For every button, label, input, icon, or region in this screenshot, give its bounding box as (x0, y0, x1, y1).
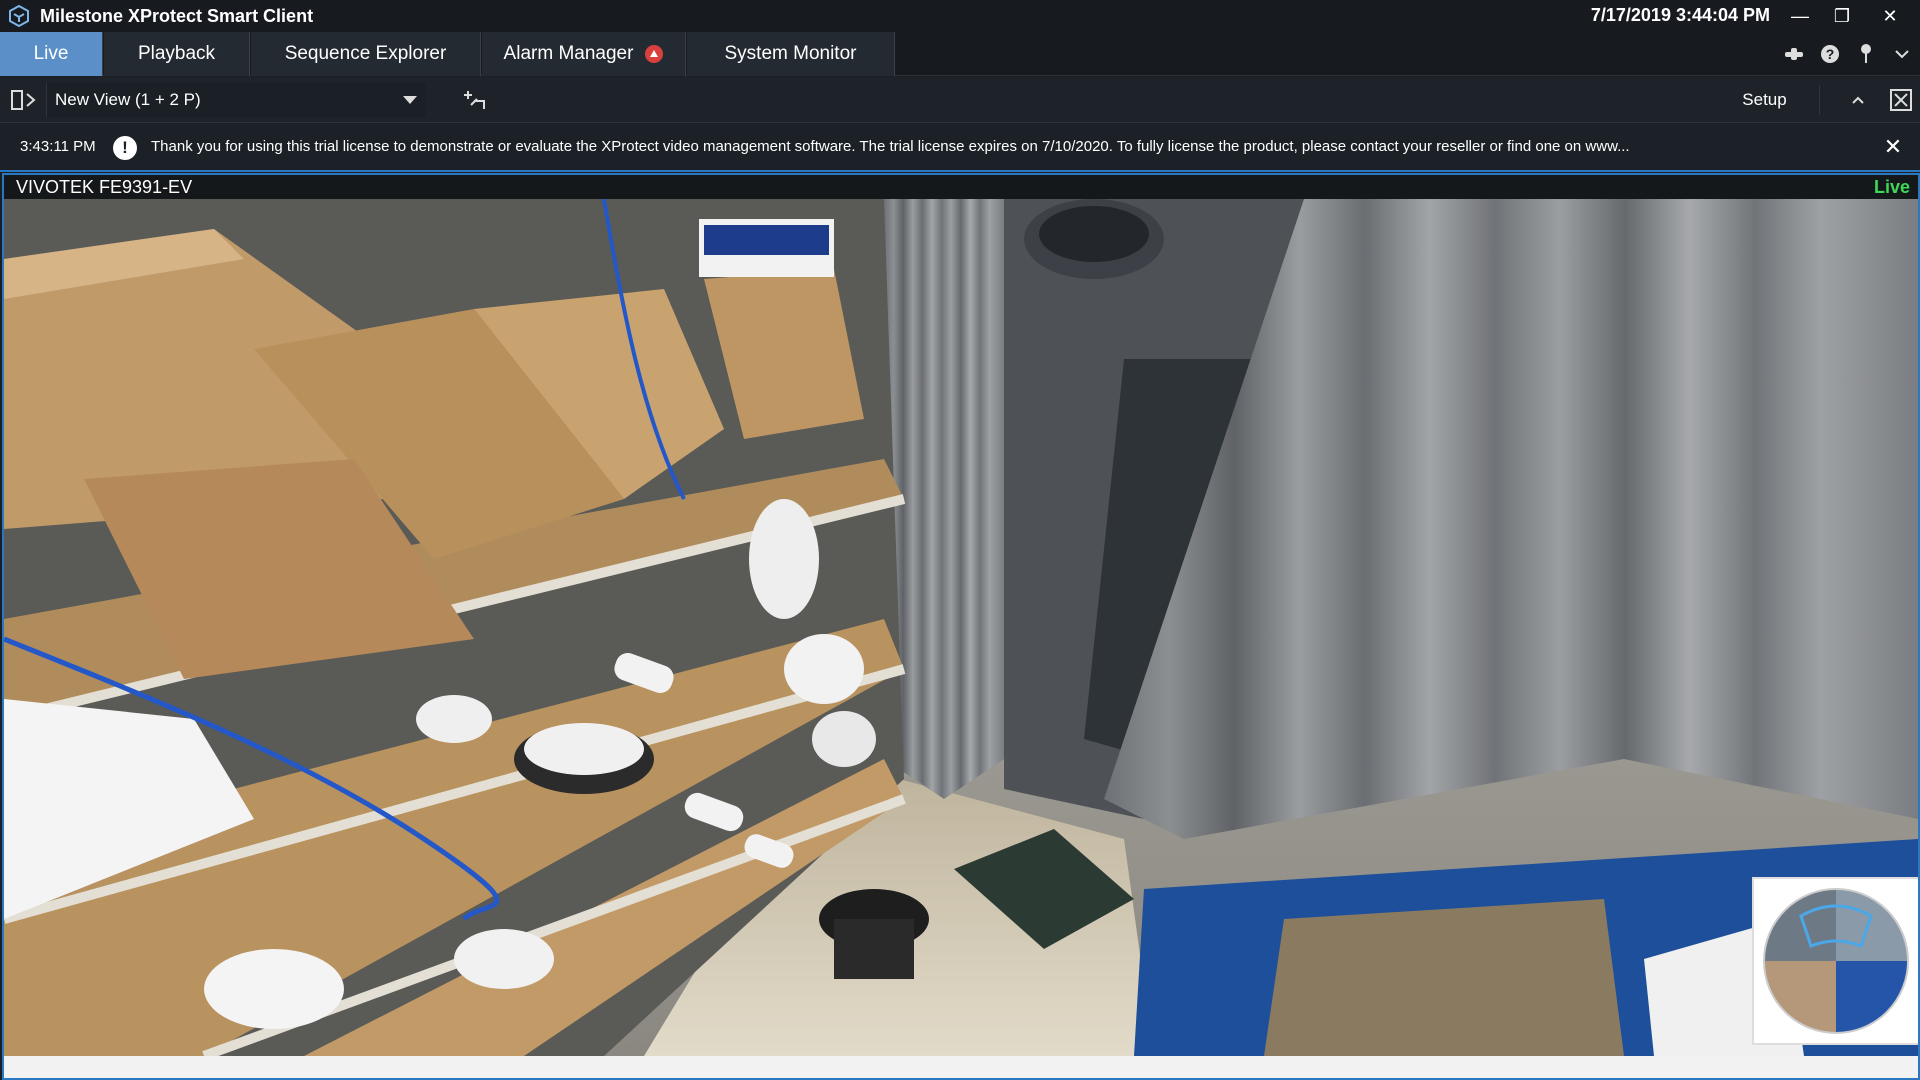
view-name: New View (1 + 2 P) (55, 90, 201, 109)
warning-icon: ! (113, 136, 137, 160)
camera-name: VIVOTEK FE9391-EV (16, 177, 193, 197)
help-icon[interactable]: ? (1818, 42, 1842, 66)
camera-header: VIVOTEK FE9391-EV Live (4, 175, 1918, 199)
view-toolbar: New View (1 + 2 P) Setup (0, 77, 1920, 123)
status-icon[interactable] (1782, 42, 1806, 66)
chevron-up-icon[interactable] (1846, 88, 1870, 112)
svg-text:?: ? (1826, 46, 1835, 62)
clock: 7/17/2019 3:44:04 PM (1590, 5, 1770, 25)
minimize-button[interactable]: — (1780, 0, 1820, 32)
trial-notification: 3:43:11 PM ! Thank you for using this tr… (0, 124, 1920, 172)
tab-label: Playback (137, 43, 216, 64)
close-icon[interactable]: ✕ (1880, 134, 1906, 160)
tab-label: Sequence Explorer (284, 43, 447, 64)
notification-message: Thank you for using this trial license t… (151, 138, 1631, 155)
chevron-down-icon[interactable] (1890, 42, 1914, 66)
alarm-badge-icon (645, 45, 664, 63)
tab-alarm-manager[interactable]: Alarm Manager (482, 32, 686, 76)
camera-view[interactable]: VIVOTEK FE9391-EV Live (2, 173, 1920, 1080)
pin-icon[interactable] (1854, 42, 1878, 66)
tab-live[interactable]: Live (0, 32, 103, 76)
video-feed[interactable] (4, 199, 1918, 1056)
app-logo-icon (8, 5, 30, 27)
tab-system-monitor[interactable]: System Monitor (687, 32, 895, 76)
close-button[interactable]: ✕ (1870, 0, 1910, 32)
setup-button[interactable]: Setup (1710, 85, 1820, 115)
notification-time: 3:43:11 PM (20, 138, 96, 155)
panel-toggle-icon[interactable] (10, 89, 38, 111)
workspace-tabs: Live Playback Sequence Explorer Alarm Ma… (0, 32, 1920, 76)
tab-label: Alarm Manager (503, 43, 634, 64)
live-indicator: Live (1873, 177, 1910, 197)
fullscreen-icon[interactable] (1889, 88, 1913, 112)
ptz-icon[interactable] (462, 87, 490, 113)
view-selector[interactable]: New View (1 + 2 P) (46, 83, 426, 117)
title-bar: Milestone XProtect Smart Client 7/17/201… (0, 0, 1920, 32)
tab-playback[interactable]: Playback (104, 32, 250, 76)
fisheye-preview[interactable] (1752, 877, 1918, 1045)
tab-sequence-explorer[interactable]: Sequence Explorer (251, 32, 481, 76)
tab-label: Live (33, 43, 69, 64)
restore-button[interactable]: ❐ (1822, 0, 1862, 32)
app-title: Milestone XProtect Smart Client (40, 5, 314, 26)
tab-label: System Monitor (724, 43, 857, 64)
chevron-down-icon[interactable] (403, 96, 417, 104)
camera-footer (4, 1056, 1918, 1078)
